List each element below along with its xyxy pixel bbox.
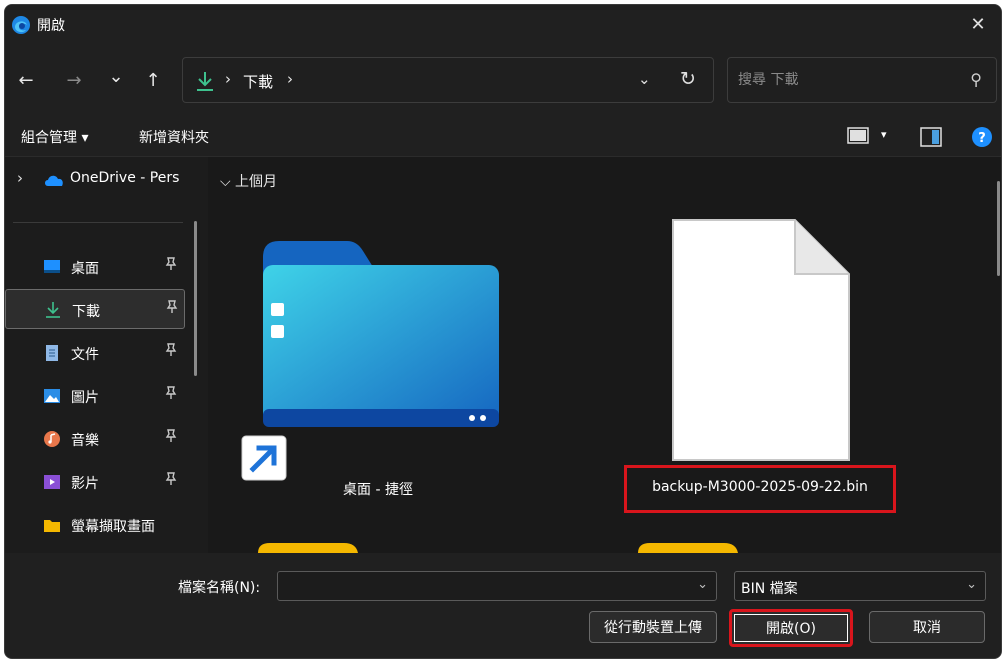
sidebar-item-videos[interactable]: 影片 [5,462,185,502]
pin-icon[interactable] [166,300,178,318]
view-mode-icon[interactable] [847,127,869,147]
chevron-down-icon: ⌄ [108,65,124,87]
view-options-dropdown[interactable]: ▾ [881,128,887,141]
dialog-footer: 檔案名稱(N): ⌄ BIN 檔案 ⌄ 從行動裝置上傳 開啟(O) 取消 [5,553,1001,658]
upload-from-mobile-button[interactable]: 從行動裝置上傳 [589,611,717,643]
breadcrumb-separator[interactable]: › [287,70,293,88]
file-item-desktop-shortcut[interactable]: 桌面 - 捷徑 [241,237,503,507]
sidebar-item-pictures[interactable]: 圖片 [5,376,185,416]
command-bar: 組合管理 ▾ 新增資料夾 ▾ ? [5,117,1001,157]
sidebar-item-label: 音樂 [71,433,99,449]
address-bar[interactable]: › 下載 › ⌄ ↻ [182,57,714,103]
file-item-backup-bin[interactable]: backup-M3000-2025-09-22.bin [624,217,918,517]
filetype-value: BIN 檔案 [741,581,798,597]
arrow-right-icon: → [66,69,82,91]
pin-icon[interactable] [165,429,177,447]
sidebar-item-music[interactable]: 音樂 [5,419,185,459]
sidebar-divider [13,222,183,223]
onedrive-cloud-icon [45,175,63,186]
pin-icon[interactable] [165,343,177,361]
file-list: ⌵ 上個月 桌面 - 捷徑 backup-M3000-2025-09-22.bi… [208,157,1001,553]
title-bar: 開啟 ✕ [5,5,1001,43]
refresh-icon[interactable]: ↻ [680,68,696,90]
sidebar-item-onedrive[interactable]: OneDrive - Pers [70,170,185,186]
sidebar-item-label: 螢幕擷取畫面 [71,519,155,535]
recent-locations-button[interactable]: ⌄ [101,61,131,91]
navigation-bar: ← → ⌄ ↑ › 下載 › ⌄ ↻ ⚲ [5,43,1001,117]
pin-icon[interactable] [165,257,177,275]
expand-chevron-icon[interactable]: › [17,169,23,187]
forward-button[interactable]: → [59,65,89,95]
file-name-label: backup-M3000-2025-09-22.bin [652,479,868,495]
download-icon [46,302,60,318]
sidebar-item-desktop[interactable]: 桌面 [5,247,185,287]
file-name-label: 桌面 - 捷徑 [343,482,413,498]
organize-menu-button[interactable]: 組合管理 ▾ [21,127,88,147]
filename-input[interactable]: ⌄ [277,571,717,601]
cancel-button[interactable]: 取消 [869,611,985,643]
sidebar-scrollbar[interactable] [194,221,197,376]
shortcut-arrow-icon [241,435,287,481]
sidebar-item-label: 圖片 [71,390,99,406]
window-title: 開啟 [37,18,65,34]
filename-label: 檔案名稱(N): [178,580,261,596]
back-button[interactable]: ← [11,65,41,95]
download-icon [197,72,213,91]
sidebar-item-label: 下載 [72,304,100,320]
folder-icon [44,520,60,532]
search-icon[interactable]: ⚲ [970,70,982,89]
help-glyph: ? [978,131,986,146]
edge-browser-icon [12,16,30,34]
close-button[interactable]: ✕ [955,5,1001,43]
sidebar-item-label: 文件 [71,347,99,363]
sidebar-item-screenshots[interactable]: 螢幕擷取畫面 [5,505,185,545]
pin-icon[interactable] [165,472,177,490]
preview-pane-icon[interactable] [920,127,942,147]
blank-file-icon [672,219,850,461]
arrow-left-icon: ← [18,69,34,91]
documents-icon [46,345,58,361]
group-header-last-month[interactable]: ⌵ 上個月 [220,171,277,191]
address-history-dropdown-icon[interactable]: ⌄ [638,70,651,88]
file-list-scrollbar[interactable] [997,181,1000,276]
breadcrumb-separator: › [225,70,231,88]
folder-icon[interactable] [638,543,738,553]
search-input[interactable] [738,68,948,92]
search-box[interactable]: ⚲ [727,57,997,103]
close-icon: ✕ [970,13,986,35]
videos-icon [44,475,60,489]
open-file-dialog: 開啟 ✕ ← → ⌄ ↑ › 下載 › ⌄ ↻ 搜尋 下載 ⚲ 組合管理 ▾ 新… [4,4,1002,659]
help-icon[interactable]: ? [971,126,993,148]
breadcrumb-downloads[interactable]: 下載 [243,71,273,92]
desktop-icon [44,260,60,273]
sidebar-item-documents[interactable]: 文件 [5,333,185,373]
sidebar-item-label: 桌面 [71,261,99,277]
up-button[interactable]: ↑ [138,65,168,95]
sidebar-item-downloads[interactable]: 下載 [5,289,185,329]
navigation-pane: › OneDrive - Pers 桌面 下載 文件 圖片 音樂 影片 螢幕擷取… [5,157,208,553]
pictures-icon [44,389,60,403]
new-folder-button[interactable]: 新增資料夾 [139,127,209,147]
folder-icon [263,241,499,427]
folder-icon[interactable] [258,543,358,553]
pin-icon[interactable] [165,386,177,404]
filetype-select[interactable]: BIN 檔案 ⌄ [734,571,986,601]
sidebar-item-label: 影片 [71,476,99,492]
arrow-up-icon: ↑ [145,69,161,91]
music-icon [44,431,60,447]
open-button[interactable]: 開啟(O) [729,609,853,647]
chevron-down-icon: ⌄ [966,577,977,592]
chevron-down-icon[interactable]: ⌄ [697,577,708,592]
